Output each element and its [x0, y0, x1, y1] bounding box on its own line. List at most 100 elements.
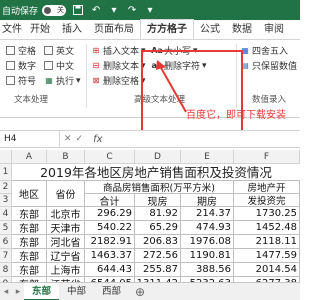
dropdown-icon[interactable]: ▾: [108, 4, 120, 16]
cell-province[interactable]: 北京市: [47, 207, 85, 221]
cell-presale[interactable]: 1190.81: [181, 249, 234, 263]
cell-investment[interactable]: 1452.48: [234, 221, 300, 235]
tab-formula[interactable]: 公式: [194, 21, 226, 39]
case-button[interactable]: Aa 大小写 ▾: [151, 44, 197, 58]
cell-total[interactable]: 2182.91: [85, 235, 135, 249]
redo-icon[interactable]: ↷: [126, 4, 138, 16]
toggle-knob: [44, 6, 52, 14]
row-header[interactable]: 7: [0, 249, 12, 263]
cell-investment[interactable]: 2118.11: [234, 235, 300, 249]
cell-total[interactable]: 1463.37: [85, 249, 135, 263]
autosave-label: 自动保存: [2, 6, 39, 17]
tab-home[interactable]: 开始: [24, 21, 56, 39]
row-header-3[interactable]: 3: [0, 194, 12, 207]
header-province[interactable]: 省份: [47, 181, 85, 207]
cell-province[interactable]: 天津市: [47, 221, 85, 235]
confirm-icon[interactable]: ✓: [76, 134, 84, 144]
row-header[interactable]: 8: [0, 263, 12, 277]
round-button[interactable]: ▦ 四舍五入: [240, 44, 288, 57]
name-box[interactable]: H4: [0, 131, 60, 147]
exec-button[interactable]: ▦ 执行 ▾: [44, 74, 80, 88]
header-region[interactable]: 地区: [12, 181, 47, 207]
delete-char-icon: ab: [151, 61, 163, 70]
checkbox-chinese[interactable]: 中文: [44, 59, 74, 72]
header-total[interactable]: 合计: [85, 194, 135, 207]
row-header[interactable]: 4: [0, 207, 12, 221]
sheet-tab-east[interactable]: 东部: [24, 282, 60, 300]
cell-investment[interactable]: 2014.54: [234, 263, 300, 277]
cell-region[interactable]: 东部: [12, 263, 47, 277]
tab-insert[interactable]: 插入: [56, 21, 88, 39]
ribbon-separator: [236, 44, 237, 108]
delete-text-button[interactable]: ⊟ 删除文本 ▾: [91, 59, 146, 73]
add-sheet-icon[interactable]: ⊕: [135, 285, 145, 299]
sheet-tab-central[interactable]: 中部: [59, 283, 94, 300]
cell-province[interactable]: 河北省: [47, 235, 85, 249]
header-presale[interactable]: 期房: [181, 194, 234, 207]
header-existing[interactable]: 现房: [135, 194, 181, 207]
row-header[interactable]: 6: [0, 235, 12, 249]
header-sales-area[interactable]: 商品房销售面积(万平方米): [85, 181, 234, 194]
autosave-toggle[interactable]: 关: [42, 4, 67, 16]
cell-investment[interactable]: 1477.59: [234, 249, 300, 263]
cell-existing[interactable]: 255.87: [135, 263, 181, 277]
cell-total[interactable]: 644.43: [85, 263, 135, 277]
cell-total[interactable]: 540.22: [85, 221, 135, 235]
cell-presale[interactable]: 214.37: [181, 207, 234, 221]
cell-presale[interactable]: 474.93: [181, 221, 234, 235]
cell-region[interactable]: 东部: [12, 221, 47, 235]
delete-space-button[interactable]: ⊠ 删除空格 ▾: [91, 74, 146, 88]
insert-text-button[interactable]: ⊞ 插入文本 ▾: [91, 44, 146, 58]
cell-region[interactable]: 东部: [12, 249, 47, 263]
tab-data[interactable]: 数据: [226, 21, 258, 39]
ribbon-tabs: 文件 开始 插入 页面布局 方方格子 公式 数据 审阅: [0, 19, 300, 40]
save-icon[interactable]: [72, 4, 84, 16]
prev-sheet-icon[interactable]: ◂: [0, 287, 12, 297]
cell-province[interactable]: 上海市: [47, 263, 85, 277]
insert-text-icon: ⊞: [92, 46, 100, 55]
column-header-d[interactable]: D: [135, 150, 181, 164]
row-header[interactable]: 5: [0, 221, 12, 235]
cell-region[interactable]: 东部: [12, 207, 47, 221]
checkbox-digit[interactable]: 数字: [6, 59, 36, 72]
round-icon: ▦: [241, 46, 249, 55]
sheet-tab-west[interactable]: 西部: [94, 283, 129, 300]
row-header-2[interactable]: 2: [0, 181, 12, 194]
cell-existing[interactable]: 81.92: [135, 207, 181, 221]
cell-total[interactable]: 296.29: [85, 207, 135, 221]
column-header-a[interactable]: A: [12, 150, 47, 164]
cell-presale[interactable]: 388.56: [181, 263, 234, 277]
cell-existing[interactable]: 272.56: [135, 249, 181, 263]
tab-review[interactable]: 审阅: [258, 21, 290, 39]
header-investment-1[interactable]: 房地产开: [234, 181, 300, 194]
column-header-e[interactable]: E: [181, 150, 234, 164]
undo-icon[interactable]: ↶: [90, 4, 102, 16]
row-header-1[interactable]: 1: [0, 164, 12, 181]
column-header-f[interactable]: F: [234, 150, 300, 164]
more-icon[interactable]: ▾: [144, 4, 156, 16]
exec-icon: ▦: [45, 76, 53, 85]
annotation-text: 百度它，即可下载安装: [186, 110, 286, 121]
fx-icon[interactable]: fx: [93, 134, 102, 145]
tab-file[interactable]: 文件: [0, 21, 24, 39]
column-header-c[interactable]: C: [85, 150, 135, 164]
cell-investment[interactable]: 1730.25: [234, 207, 300, 221]
cell-existing[interactable]: 65.29: [135, 221, 181, 235]
column-header-b[interactable]: B: [47, 150, 85, 164]
checkbox-english[interactable]: 英文: [44, 44, 74, 57]
tab-page-layout[interactable]: 页面布局: [88, 21, 140, 39]
cell-presale[interactable]: 1976.08: [181, 235, 234, 249]
tab-fangfang[interactable]: 方方格子: [140, 19, 194, 39]
checkbox-space[interactable]: 空格: [6, 44, 36, 57]
header-investment-2[interactable]: 发投资完: [234, 194, 300, 207]
cell-region[interactable]: 东部: [12, 235, 47, 249]
checkbox-symbol[interactable]: 符号: [6, 74, 36, 87]
table-title[interactable]: 2019年各地区房地产销售面积及投资情况: [12, 164, 300, 181]
select-all-corner[interactable]: [0, 150, 12, 164]
keep-value-button[interactable]: ▤ 只保留数值: [240, 59, 297, 72]
next-sheet-icon[interactable]: ▸: [12, 287, 24, 297]
cancel-icon[interactable]: ✕: [64, 134, 72, 144]
cell-province[interactable]: 辽宁省: [47, 249, 85, 263]
delete-char-button[interactable]: ab 删除字符 ▾: [151, 59, 206, 73]
cell-existing[interactable]: 206.83: [135, 235, 181, 249]
